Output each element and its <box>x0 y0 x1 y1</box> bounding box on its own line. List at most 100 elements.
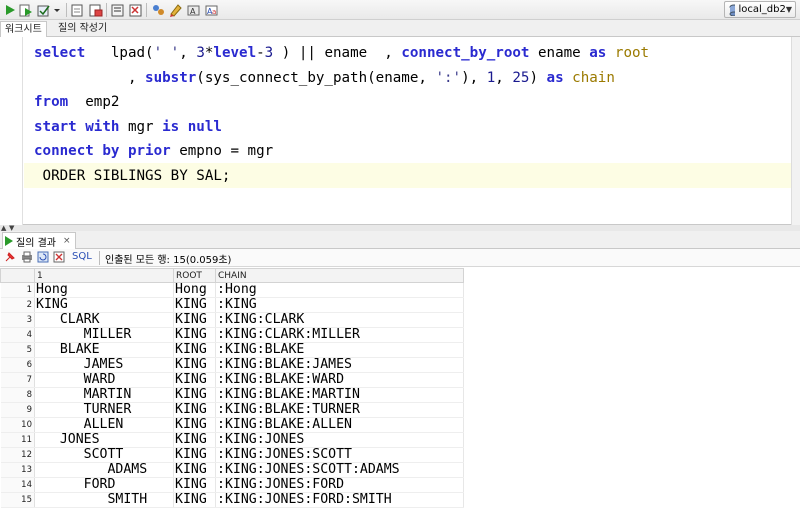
table-cell[interactable]: KING <box>173 447 216 463</box>
table-cell[interactable]: KING <box>173 297 216 313</box>
table-row[interactable]: 11 JONES KING:KING:JONES <box>0 432 464 448</box>
table-cell[interactable]: :KING:CLARK:MILLER <box>215 327 464 343</box>
table-cell[interactable]: KING <box>173 342 216 358</box>
column-header[interactable]: CHAIN <box>215 268 464 283</box>
row-number[interactable]: 6 <box>0 357 35 373</box>
row-number[interactable]: 13 <box>0 462 35 478</box>
row-number[interactable]: 1 <box>0 282 35 298</box>
connection-selector[interactable]: local_db2 ▼ <box>724 1 796 18</box>
table-cell[interactable]: :KING <box>215 297 464 313</box>
row-number[interactable]: 8 <box>0 387 35 403</box>
format-icon[interactable]: Aa <box>204 2 220 18</box>
table-cell[interactable]: :KING:JONES:SCOTT <box>215 447 464 463</box>
table-row[interactable]: 14 FORD KING:KING:JONES:FORD <box>0 477 464 493</box>
table-row[interactable]: 9 TURNER KING:KING:BLAKE:TURNER <box>0 402 464 418</box>
table-cell[interactable]: SMITH <box>34 492 174 508</box>
table-cell[interactable]: :KING:JONES <box>215 432 464 448</box>
column-header[interactable]: 1 <box>34 268 174 283</box>
sql-history-icon[interactable] <box>168 2 184 18</box>
table-row[interactable]: 8 MARTIN KING:KING:BLAKE:MARTIN <box>0 387 464 403</box>
table-cell[interactable]: KING <box>173 462 216 478</box>
code-line[interactable]: connect by prior empno = mgr <box>34 139 649 164</box>
code-line[interactable]: select lpad(' ', 3*level-3 ) || ename , … <box>34 41 649 66</box>
column-header[interactable]: ROOT <box>173 268 216 283</box>
table-cell[interactable]: :KING:CLARK <box>215 312 464 328</box>
table-cell[interactable]: ADAMS <box>34 462 174 478</box>
row-number[interactable]: 2 <box>0 297 35 313</box>
tab-query-result[interactable]: 질의 결과 × <box>2 232 76 249</box>
row-number[interactable]: 5 <box>0 342 35 358</box>
tab-query-builder[interactable]: 질의 작성기 <box>54 21 111 37</box>
table-cell[interactable]: Hong <box>34 282 174 298</box>
table-row[interactable]: 12 SCOTT KING:KING:JONES:SCOTT <box>0 447 464 463</box>
table-cell[interactable]: KING <box>173 477 216 493</box>
sql-link[interactable]: SQL <box>72 251 92 262</box>
row-number[interactable]: 11 <box>0 432 35 448</box>
table-cell[interactable]: :KING:BLAKE:TURNER <box>215 402 464 418</box>
table-row[interactable]: 10 ALLEN KING:KING:BLAKE:ALLEN <box>0 417 464 433</box>
pin-icon[interactable] <box>4 251 16 263</box>
table-cell[interactable]: :Hong <box>215 282 464 298</box>
table-cell[interactable]: TURNER <box>34 402 174 418</box>
table-row[interactable]: 15 SMITH KING:KING:JONES:FORD:SMITH <box>0 492 464 508</box>
table-row[interactable]: 13 ADAMS KING:KING:JONES:SCOTT:ADAMS <box>0 462 464 478</box>
table-cell[interactable]: WARD <box>34 372 174 388</box>
table-cell[interactable]: KING <box>34 297 174 313</box>
table-row[interactable]: 5 BLAKE KING:KING:BLAKE <box>0 342 464 358</box>
code-line[interactable]: from emp2 <box>34 90 649 115</box>
dropdown-icon[interactable] <box>52 2 62 18</box>
table-cell[interactable]: Hong <box>173 282 216 298</box>
sql-tuning-icon[interactable] <box>128 2 144 18</box>
table-row[interactable]: 1 Hong Hong:Hong <box>0 282 464 298</box>
table-cell[interactable]: ALLEN <box>34 417 174 433</box>
table-row[interactable]: 3 CLARK KING:KING:CLARK <box>0 312 464 328</box>
table-cell[interactable]: KING <box>173 387 216 403</box>
table-cell[interactable]: :KING:BLAKE:ALLEN <box>215 417 464 433</box>
autotrace-icon[interactable] <box>88 2 104 18</box>
code-line[interactable]: , substr(sys_connect_by_path(ename, ':')… <box>34 66 649 91</box>
table-cell[interactable]: FORD <box>34 477 174 493</box>
row-number[interactable]: 15 <box>0 492 35 508</box>
run-statement-icon[interactable] <box>2 2 18 18</box>
table-cell[interactable]: KING <box>173 372 216 388</box>
sql-editor[interactable]: select lpad(' ', 3*level-3 ) || ename , … <box>0 37 800 225</box>
table-row[interactable]: 6 JAMES KING:KING:BLAKE:JAMES <box>0 357 464 373</box>
table-row[interactable]: 2 KING KING:KING <box>0 297 464 313</box>
table-cell[interactable]: KING <box>173 432 216 448</box>
refresh-icon[interactable] <box>37 251 49 263</box>
print-icon[interactable] <box>21 251 33 263</box>
table-cell[interactable]: MILLER <box>34 327 174 343</box>
run-script-icon[interactable] <box>18 2 34 18</box>
table-cell[interactable]: KING <box>173 492 216 508</box>
table-cell[interactable]: MARTIN <box>34 387 174 403</box>
row-number[interactable]: 3 <box>0 312 35 328</box>
table-cell[interactable]: KING <box>173 327 216 343</box>
row-number[interactable]: 4 <box>0 327 35 343</box>
export-icon[interactable] <box>53 251 65 263</box>
row-number[interactable]: 9 <box>0 402 35 418</box>
sql-code[interactable]: select lpad(' ', 3*level-3 ) || ename , … <box>34 41 649 189</box>
code-line[interactable]: ORDER SIBLINGS BY SAL; <box>34 164 649 189</box>
table-cell[interactable]: BLAKE <box>34 342 174 358</box>
table-cell[interactable]: :KING:BLAKE <box>215 342 464 358</box>
explain-icon[interactable] <box>110 2 126 18</box>
table-cell[interactable]: KING <box>173 312 216 328</box>
close-icon[interactable]: × <box>63 236 71 246</box>
table-cell[interactable]: :KING:JONES:FORD <box>215 477 464 493</box>
table-cell[interactable]: JAMES <box>34 357 174 373</box>
table-cell[interactable]: :KING:JONES:FORD:SMITH <box>215 492 464 508</box>
table-cell[interactable]: KING <box>173 417 216 433</box>
table-cell[interactable]: :KING:BLAKE:JAMES <box>215 357 464 373</box>
row-number[interactable]: 7 <box>0 372 35 388</box>
commit-icon[interactable] <box>36 2 52 18</box>
editor-scrollbar[interactable] <box>791 37 800 225</box>
table-cell[interactable]: SCOTT <box>34 447 174 463</box>
table-row[interactable]: 7 WARD KING:KING:BLAKE:WARD <box>0 372 464 388</box>
table-cell[interactable]: KING <box>173 402 216 418</box>
table-cell[interactable]: CLARK <box>34 312 174 328</box>
table-row[interactable]: 4 MILLER KING:KING:CLARK:MILLER <box>0 327 464 343</box>
tab-worksheet[interactable]: 워크시트 <box>0 21 47 37</box>
table-cell[interactable]: :KING:JONES:SCOTT:ADAMS <box>215 462 464 478</box>
table-cell[interactable]: KING <box>173 357 216 373</box>
row-number[interactable]: 14 <box>0 477 35 493</box>
